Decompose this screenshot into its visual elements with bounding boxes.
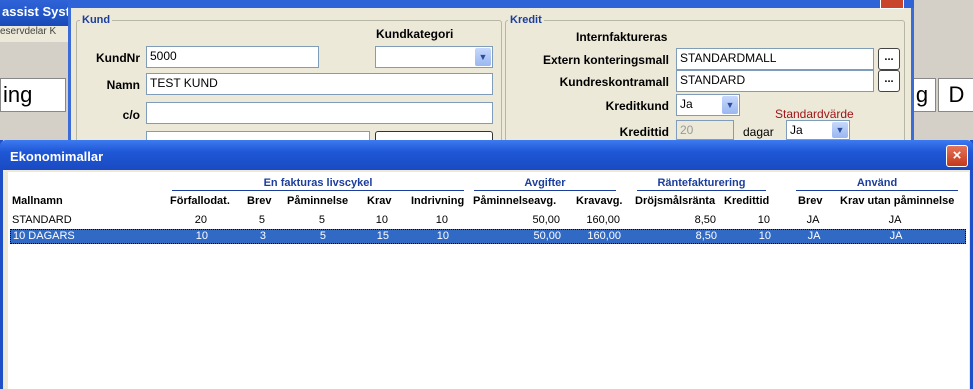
cell-paminnelseavg: 50,00: [532, 214, 560, 226]
cell-brev: 3: [259, 230, 266, 242]
dagar-select-value: Ja: [790, 123, 803, 137]
extern-konteringsmall-browse-button[interactable]: ...: [878, 48, 900, 70]
cell-anv-brev: JA: [807, 230, 821, 242]
cell-kravavg: 160,00: [587, 230, 621, 242]
window-title: Ekonomimallar: [10, 149, 104, 164]
namn-label: Namn: [106, 78, 140, 92]
kreditkund-value: Ja: [680, 97, 693, 111]
dagar-label: dagar: [743, 125, 774, 139]
group-header-rantefakturering: Räntefakturering: [637, 177, 766, 191]
namn-field[interactable]: TEST KUND: [146, 73, 493, 95]
cell-mallnamn: STANDARD: [12, 214, 72, 226]
kund-group-legend: Kund: [80, 14, 113, 26]
table-row-selected[interactable]: 10 DAGARS 10 3 5 15 10 50,00 160,00 8,50…: [10, 229, 966, 244]
group-header-livscykel: En fakturas livscykel: [172, 177, 464, 191]
kundnr-field[interactable]: 5000: [146, 46, 319, 68]
background-right-button-2[interactable]: D: [938, 78, 973, 112]
kredittid-label: Kredittid: [619, 125, 669, 139]
column-header-forfallodat[interactable]: Förfallodat.: [170, 195, 230, 207]
column-header-kredittid[interactable]: Kredittid: [724, 195, 769, 207]
cell-indrivning: 10: [436, 230, 449, 242]
cell-indrivning: 10: [435, 214, 448, 226]
group-header-anvand: Använd: [796, 177, 958, 191]
column-header-kravavg[interactable]: Kravavg.: [576, 195, 622, 207]
cell-drojsmalsranta: 8,50: [694, 214, 716, 226]
kundnr-label: KundNr: [96, 51, 140, 65]
close-icon[interactable]: ×: [946, 145, 968, 167]
kundreskontramall-field[interactable]: STANDARD: [676, 70, 874, 92]
kund-dialog-close-button[interactable]: [880, 0, 904, 9]
extern-konteringsmall-label: Extern konteringsmall: [542, 53, 669, 67]
column-header-drojsmalsranta[interactable]: Dröjsmålsränta: [635, 195, 715, 207]
cell-krav: 10: [375, 214, 388, 226]
chevron-down-icon[interactable]: ▼: [832, 122, 848, 138]
cell-anv-brev: JA: [806, 214, 820, 226]
cell-forfallodat: 10: [195, 230, 208, 242]
cell-paminnelse: 5: [318, 214, 325, 226]
cell-krav: 15: [376, 230, 389, 242]
column-header-indrivning[interactable]: Indrivning: [411, 195, 464, 207]
co-label: c/o: [122, 108, 140, 122]
column-header-paminnelse[interactable]: Påminnelse: [287, 195, 348, 207]
kreditkund-select[interactable]: Ja ▼: [676, 94, 740, 116]
chevron-down-icon[interactable]: ▼: [475, 48, 491, 66]
cell-krav-utan-paminnelse: JA: [888, 214, 902, 226]
column-header-mallnamn[interactable]: Mallnamn: [12, 195, 63, 207]
kund-dialog-titlebar: [68, 0, 914, 8]
group-header-avgifter: Avgifter: [474, 177, 616, 191]
kredittid-field[interactable]: 20: [676, 120, 734, 140]
bilagare-field[interactable]: [146, 131, 370, 140]
kreditkund-label: Kreditkund: [605, 99, 669, 113]
cell-paminnelseavg: 50,00: [533, 230, 561, 242]
column-header-krav-utan-paminnelse[interactable]: Krav utan påminnelse: [840, 195, 954, 207]
kredit-group-legend: Kredit: [508, 14, 544, 26]
dagar-select[interactable]: Ja ▼: [786, 120, 850, 140]
ekonomimallar-titlebar[interactable]: [0, 140, 973, 170]
co-field[interactable]: [146, 102, 493, 124]
kundkategori-select[interactable]: ▼: [375, 46, 493, 68]
cell-kravavg: 160,00: [586, 214, 620, 226]
internfaktureras-label: Internfaktureras: [576, 30, 668, 44]
chevron-down-icon[interactable]: ▼: [722, 96, 738, 114]
extern-konteringsmall-field[interactable]: STANDARDMALL: [676, 48, 874, 70]
standardvarde-label: Standardvärde: [775, 107, 854, 121]
kundreskontramall-browse-button[interactable]: ...: [878, 70, 900, 92]
column-header-krav[interactable]: Krav: [367, 195, 391, 207]
cell-forfallodat: 20: [194, 214, 207, 226]
column-header-anv-brev[interactable]: Brev: [798, 195, 822, 207]
cell-brev: 5: [258, 214, 265, 226]
cell-paminnelse: 5: [319, 230, 326, 242]
cell-drojsmalsranta: 8,50: [695, 230, 717, 242]
cell-krav-utan-paminnelse: JA: [889, 230, 903, 242]
cell-kredittid: 10: [757, 214, 770, 226]
column-header-paminnelseavg[interactable]: Påminnelseavg.: [473, 195, 556, 207]
kundreskontramall-label: Kundreskontramall: [559, 75, 669, 89]
background-app-title: assist Syst: [2, 4, 70, 19]
kundkategori-label: Kundkategori: [376, 27, 454, 41]
background-left-button[interactable]: ing: [0, 78, 66, 112]
column-header-brev[interactable]: Brev: [247, 195, 271, 207]
table-row[interactable]: STANDARD 20 5 5 10 10 50,00 160,00 8,50 …: [10, 213, 966, 228]
cell-kredittid: 10: [758, 230, 771, 242]
cell-mallnamn: 10 DAGARS: [13, 230, 75, 242]
